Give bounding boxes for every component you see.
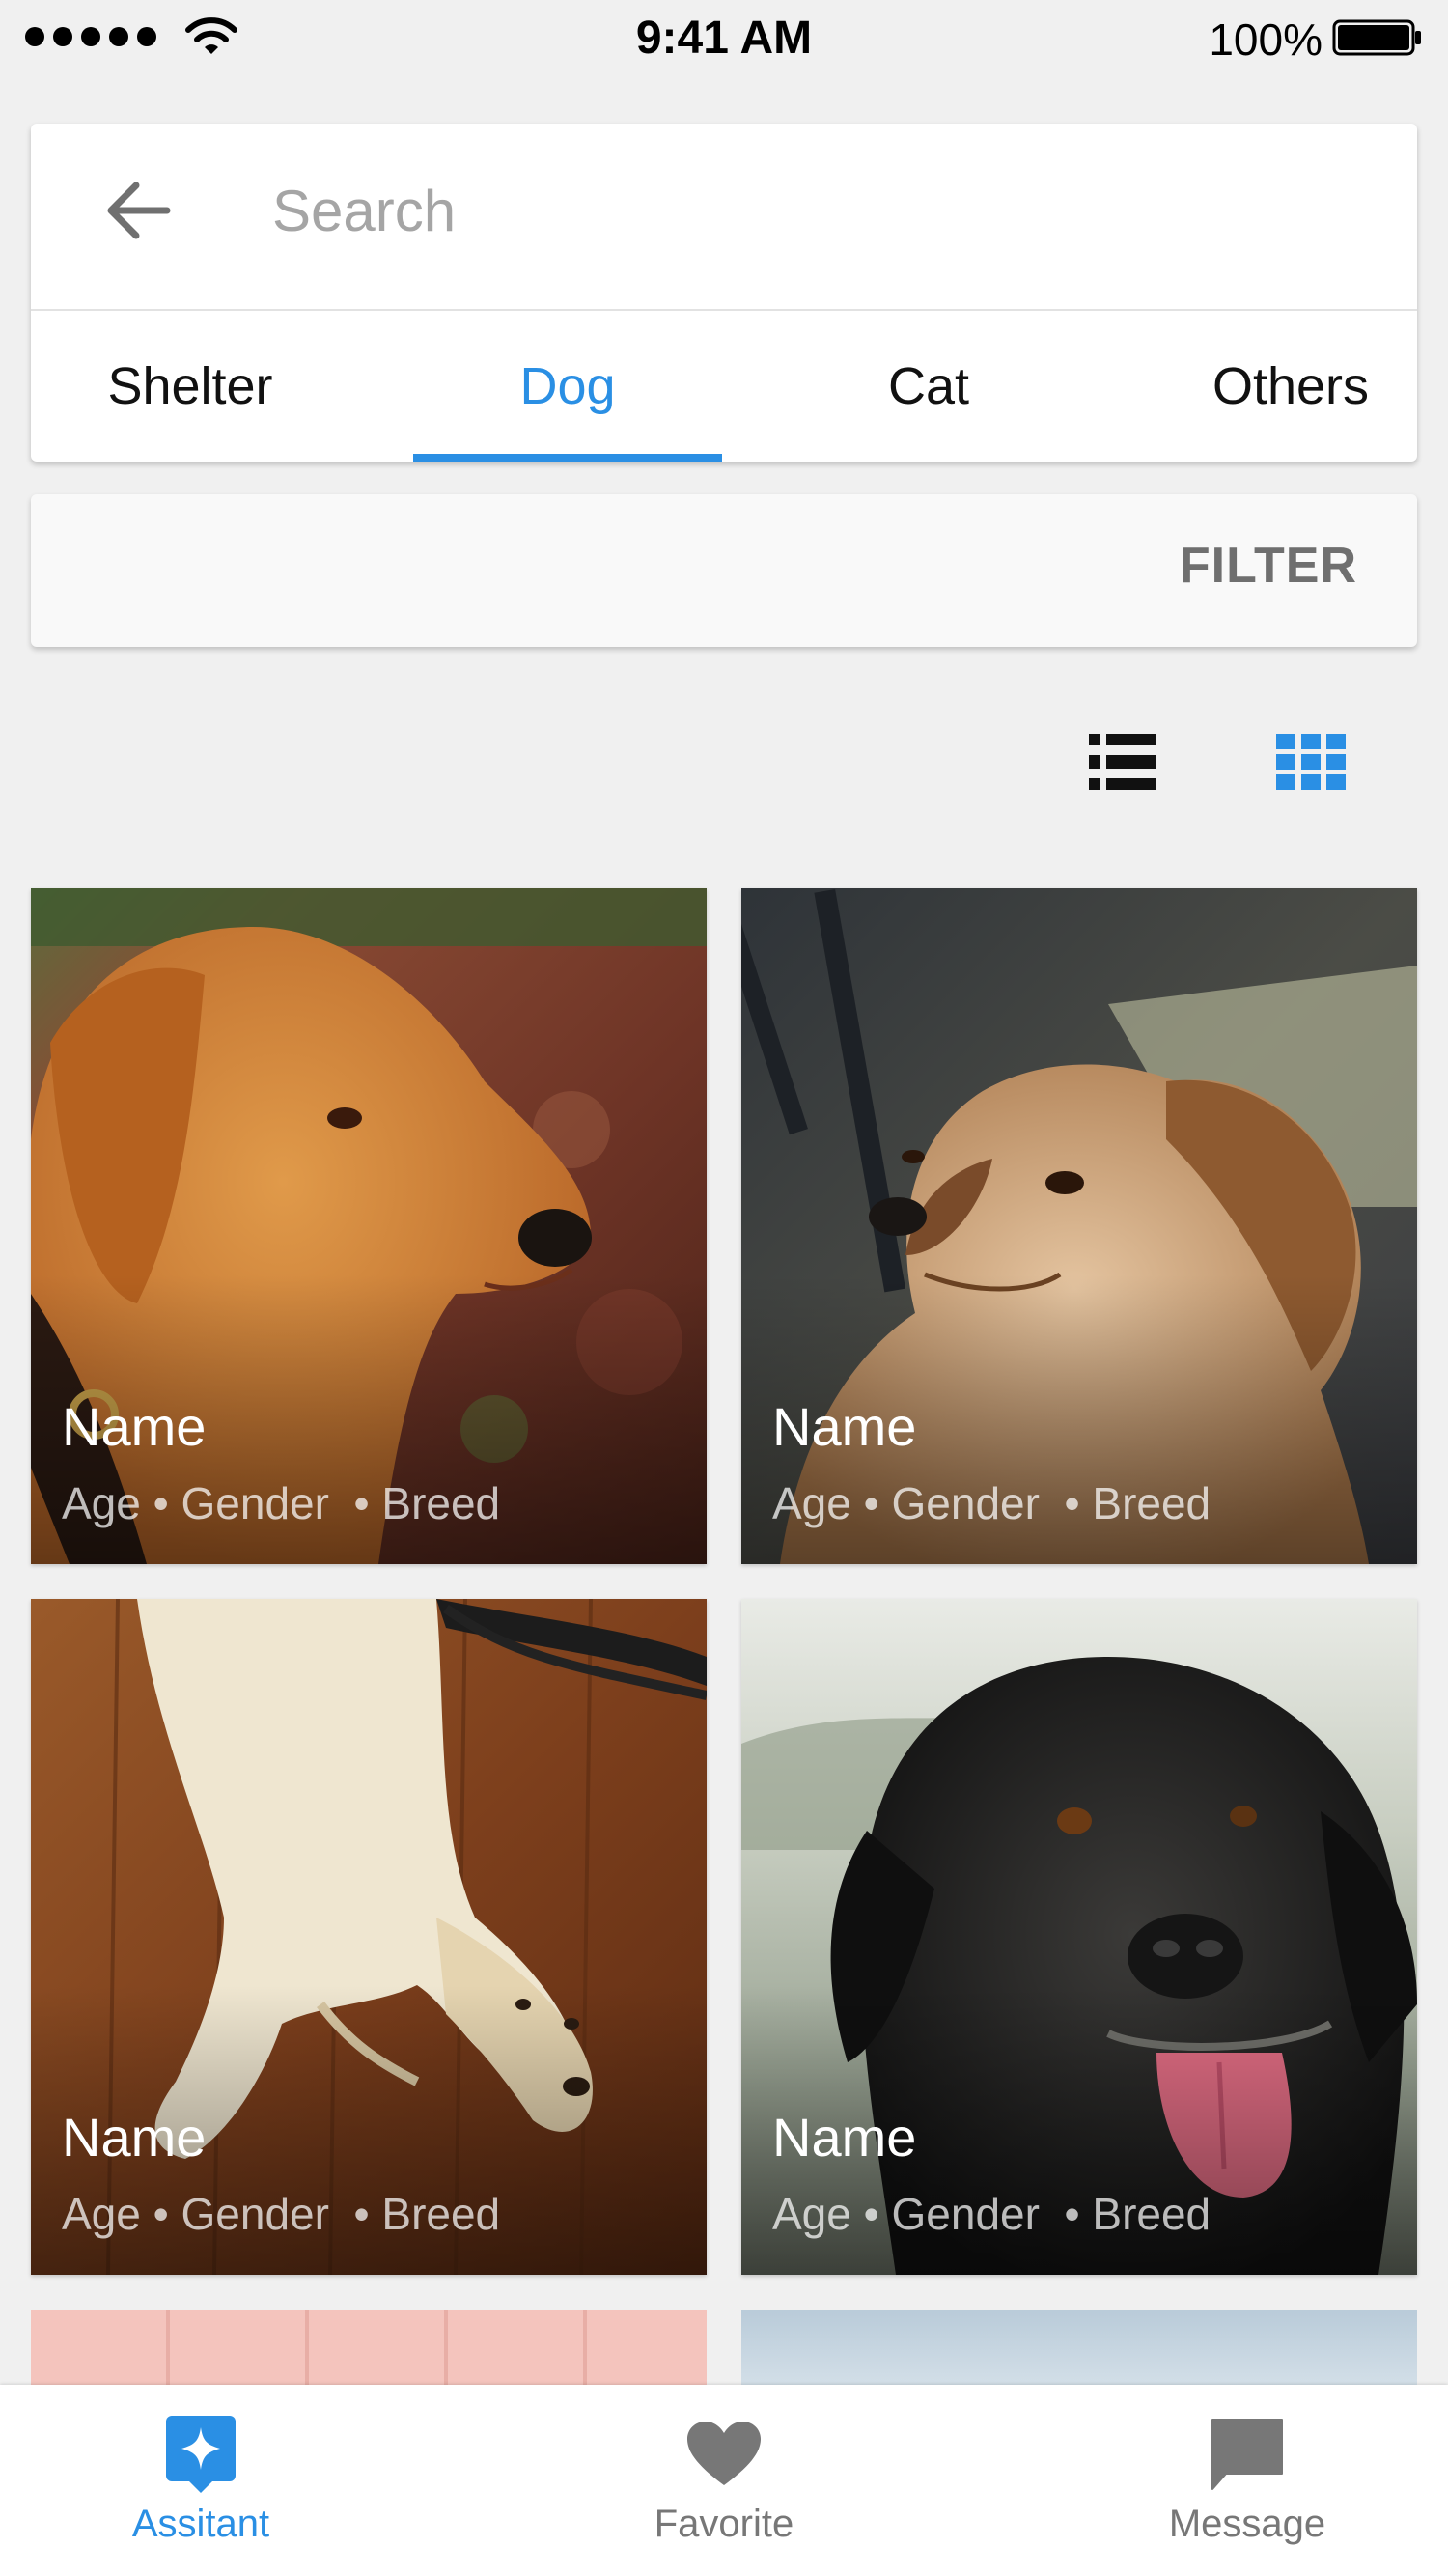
- assistant-icon: [162, 2414, 239, 2495]
- pet-card[interactable]: Name Age • Gender • Breed: [31, 1599, 707, 2275]
- nav-item-favorite[interactable]: Favorite: [579, 2385, 869, 2576]
- bottom-navigation: Assitant Favorite Message: [0, 2385, 1448, 2576]
- search-input[interactable]: [272, 162, 1353, 259]
- filter-button[interactable]: FILTER: [1180, 537, 1357, 595]
- heart-icon: [685, 2414, 763, 2495]
- pet-details: Age • Gender • Breed: [772, 2189, 1211, 2239]
- nav-label: Favorite: [654, 2503, 794, 2545]
- tab-dog[interactable]: Dog: [413, 311, 722, 462]
- search-card: Shelter Dog Cat Others: [31, 124, 1417, 462]
- back-button[interactable]: [98, 172, 176, 249]
- filter-bar: FILTER: [31, 494, 1417, 647]
- tab-others[interactable]: Others: [1131, 311, 1417, 462]
- list-view-icon[interactable]: [1089, 734, 1156, 790]
- pet-card-partial[interactable]: [741, 2310, 1417, 2387]
- pet-details: Age • Gender • Breed: [772, 1478, 1211, 1528]
- pet-details: Age • Gender • Breed: [62, 2189, 501, 2239]
- status-bar: 9:41 AM 100%: [0, 0, 1448, 77]
- battery-percentage: 100%: [1209, 14, 1323, 65]
- arrow-left-icon: [107, 182, 171, 239]
- pet-details: Age • Gender • Breed: [62, 1478, 501, 1528]
- pet-name: Name: [62, 1396, 207, 1457]
- nav-label: Message: [1168, 2503, 1326, 2545]
- pet-card[interactable]: Name Age • Gender • Breed: [31, 888, 707, 1564]
- pet-name: Name: [62, 2107, 207, 2168]
- message-icon: [1209, 2414, 1286, 2495]
- tab-shelter[interactable]: Shelter: [31, 311, 349, 462]
- battery-icon: [1332, 19, 1421, 56]
- pet-name: Name: [772, 1396, 917, 1457]
- pet-card-partial[interactable]: [31, 2310, 707, 2387]
- nav-item-message[interactable]: Message: [1102, 2385, 1392, 2576]
- tab-cat[interactable]: Cat: [774, 311, 1083, 462]
- active-tab-indicator: [413, 454, 722, 462]
- pet-card[interactable]: Name Age • Gender • Breed: [741, 888, 1417, 1564]
- pet-card[interactable]: Name Age • Gender • Breed: [741, 1599, 1417, 2275]
- pet-name: Name: [772, 2107, 917, 2168]
- grid-view-icon[interactable]: [1276, 734, 1346, 790]
- nav-item-assistant[interactable]: Assitant: [56, 2385, 346, 2576]
- nav-label: Assitant: [131, 2503, 270, 2545]
